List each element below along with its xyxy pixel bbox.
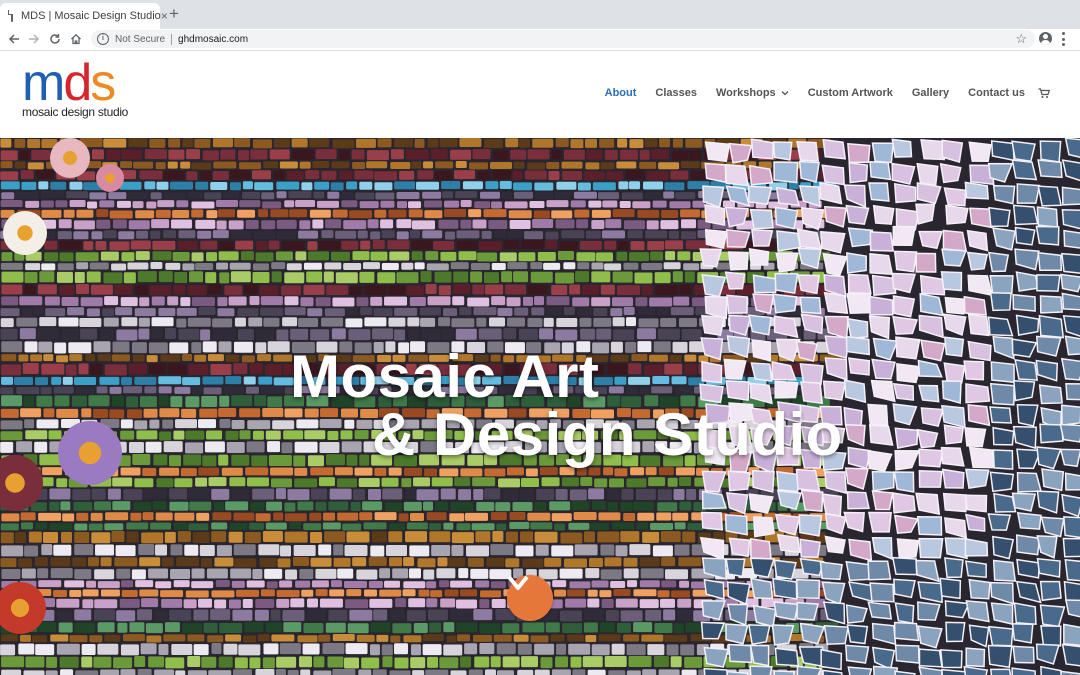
nav-gallery[interactable]: Gallery <box>912 87 949 99</box>
chevron-down-icon <box>781 91 789 96</box>
forward-button[interactable] <box>26 31 42 47</box>
security-label: Not Secure <box>115 33 166 45</box>
home-icon <box>71 33 81 45</box>
bookmark-star-icon[interactable]: ☆ <box>1015 31 1027 47</box>
site-header: mds mosaic design studio About Classes W… <box>0 51 1080 138</box>
address-bar[interactable]: i Not Secure ghdmosaic.com ☆ <box>91 30 1035 48</box>
hero-title-line2: & Design Studio <box>372 401 843 468</box>
reload-icon <box>50 34 60 44</box>
arrow-left-icon <box>8 34 19 44</box>
site-logo[interactable]: mds mosaic design studio <box>22 54 132 129</box>
main-navigation: About Classes Workshops Custom Artwork G… <box>586 87 1050 99</box>
nav-custom-artwork[interactable]: Custom Artwork <box>808 87 893 99</box>
chevron-down-icon <box>507 575 529 590</box>
cart-icon[interactable] <box>1038 87 1050 99</box>
nav-contact[interactable]: Contact us <box>968 87 1025 99</box>
browser-tab-strip: MDS | Mosaic Design Studio × + <box>0 0 1080 29</box>
arrow-right-icon <box>29 34 40 44</box>
logo-letters: mds <box>22 54 116 112</box>
hero-section: Mosaic Art & Design Studio <box>0 138 1080 675</box>
page-icon <box>8 10 13 22</box>
back-button[interactable] <box>6 31 22 47</box>
hero-title-line1: Mosaic Art <box>290 343 600 410</box>
nav-classes[interactable]: Classes <box>655 87 697 99</box>
browser-menu-icon[interactable] <box>1062 32 1066 46</box>
tab-title: MDS | Mosaic Design Studio <box>21 10 161 22</box>
info-icon[interactable]: i <box>97 33 109 45</box>
browser-tab[interactable]: MDS | Mosaic Design Studio × <box>0 3 168 29</box>
nav-workshops[interactable]: Workshops <box>716 87 789 99</box>
nav-about[interactable]: About <box>605 87 637 99</box>
profile-avatar-icon[interactable] <box>1039 32 1052 45</box>
new-tab-button[interactable]: + <box>166 5 182 22</box>
reload-button[interactable] <box>47 31 63 47</box>
nav-workshops-label: Workshops <box>715 87 776 99</box>
url-text[interactable]: ghdmosaic.com <box>178 34 248 45</box>
home-button[interactable] <box>68 31 84 47</box>
logo-tagline: mosaic design studio <box>22 105 129 119</box>
browser-toolbar: i Not Secure ghdmosaic.com ☆ <box>0 29 1080 51</box>
omnibox-divider <box>171 33 173 45</box>
scroll-down-button[interactable] <box>507 575 553 621</box>
